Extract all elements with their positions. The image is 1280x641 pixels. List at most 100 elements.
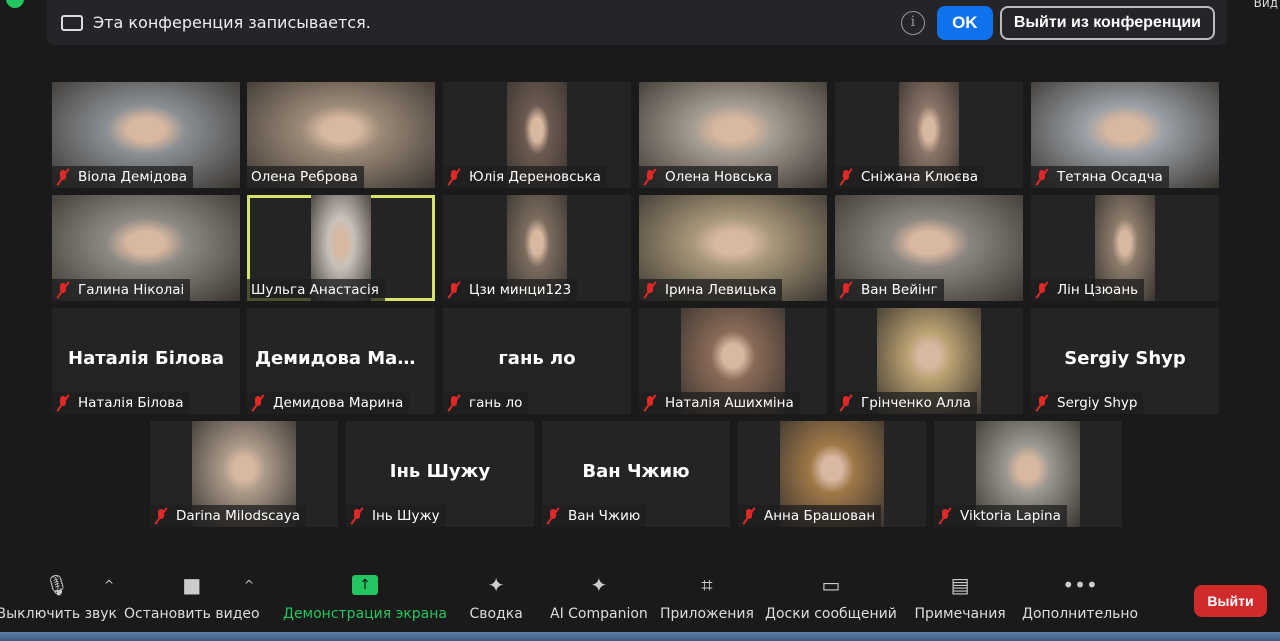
toolbar-button-apps[interactable]: ⌗ Приложения (660, 570, 754, 622)
participant-tile[interactable]: Лін Цзюань (1031, 195, 1219, 301)
muted-microphone-icon (1035, 395, 1049, 411)
participant-tile[interactable]: Олена Реброва (247, 82, 435, 188)
participant-tile[interactable]: Олена Новська (639, 82, 827, 188)
participant-tile[interactable]: Наталія Білова Наталія Білова (52, 308, 240, 414)
info-icon[interactable]: i (900, 10, 925, 35)
participant-tile[interactable]: Віола Демідова (52, 82, 240, 188)
participant-name: Viktoria Lapina (960, 508, 1061, 524)
muted-microphone-icon (938, 508, 952, 524)
participant-name: Ван Чжию (568, 508, 641, 524)
toolbar-button-ai-sparkle[interactable]: ✦ AI Companion (550, 570, 648, 622)
participant-name-label: гань ло (443, 392, 529, 414)
participant-tile[interactable]: Тетяна Осадча (1031, 82, 1219, 188)
participant-name-label: Ван Вейінг (835, 279, 944, 301)
muted-microphone-icon (56, 169, 70, 185)
participant-display-name: гань ло (498, 348, 576, 369)
toolbar-label: AI Companion (550, 606, 648, 622)
summary-icon: ✦ (487, 573, 505, 597)
toolbar-button-summary[interactable]: ✦ Сводка (470, 570, 523, 622)
participant-name: Наталія Білова (78, 395, 184, 411)
participant-name-label: Анна Брашован (738, 505, 882, 527)
participant-tile[interactable]: Цзи минци123 (443, 195, 631, 301)
apps-icon: ⌗ (701, 573, 713, 597)
security-shield-icon[interactable] (6, 0, 24, 8)
participant-tile[interactable]: Наталія Ашихміна (639, 308, 827, 414)
participant-name: Грінченко Алла (861, 395, 971, 411)
participant-tile[interactable]: Сніжана Клюєва (835, 82, 1023, 188)
muted-microphone-icon (447, 395, 461, 411)
participant-tile[interactable]: гань ло гань ло (443, 308, 631, 414)
toolbar-label: Выключить звук (0, 606, 118, 622)
ok-button[interactable]: OK (936, 5, 993, 40)
muted-microphone-icon (154, 508, 168, 524)
participant-name: Інь Шужу (372, 508, 440, 524)
muted-microphone-icon (839, 395, 853, 411)
participant-tile[interactable]: Галина Ніколаі (52, 195, 240, 301)
participant-tile[interactable]: Darina Milodscaya (150, 421, 338, 527)
participant-name-label: Viktoria Lapina (934, 505, 1067, 527)
toolbar-button-share-screen[interactable]: ↑ Демонстрация экрана (283, 570, 447, 622)
leave-meeting-button[interactable]: Выйти из конференции (999, 5, 1215, 40)
toolbar-label: Сводка (469, 606, 523, 622)
toolbar-label: Примечания (914, 606, 1006, 622)
participant-name-label: Ірина Левицька (639, 279, 783, 301)
muted-microphone-icon (839, 169, 853, 185)
toolbar-button-notes[interactable]: ▤ Примечания (915, 570, 1006, 622)
participant-name-label: Sergiy Shyp (1031, 392, 1144, 414)
participant-name: Сніжана Клюєва (861, 169, 979, 185)
participant-name-label: Тетяна Осадча (1031, 166, 1169, 188)
ai-sparkle-icon: ✦ (590, 573, 608, 597)
participant-tile[interactable]: Інь Шужу Інь Шужу (346, 421, 534, 527)
muted-microphone-icon (1035, 282, 1049, 298)
toolbar-label: Приложения (660, 606, 754, 622)
muted-microphone-icon (546, 508, 560, 524)
participant-name-label: Darina Milodscaya (150, 505, 307, 527)
end-meeting-button[interactable]: Выйти (1194, 585, 1267, 617)
participant-name-label: Віола Демідова (52, 166, 194, 188)
participant-name-label: Юлія Деренoвська (443, 166, 607, 188)
participant-tile[interactable]: Ван Чжию Ван Чжию (542, 421, 730, 527)
participant-tile[interactable]: Анна Брашован (738, 421, 926, 527)
toolbar-button-more[interactable]: ••• Дополнительно (1022, 570, 1138, 622)
participant-name-label: Цзи минци123 (443, 279, 578, 301)
participant-name-label: Наталія Ашихміна (639, 392, 800, 414)
muted-microphone-icon (350, 508, 364, 524)
participant-name-label: Шульга Анастасія (247, 279, 385, 301)
muted-microphone-icon (643, 169, 657, 185)
participant-display-name: Sergiy Shyp (1064, 348, 1186, 369)
participant-name: Віола Демідова (78, 169, 188, 185)
participant-name-label: Інь Шужу (346, 505, 446, 527)
participant-tile[interactable]: Ван Вейінг (835, 195, 1023, 301)
recording-banner: Эта конференция записывается. i OK Выйти… (47, 0, 1227, 45)
muted-microphone-icon (742, 508, 756, 524)
view-button[interactable]: Вид (1254, 0, 1278, 10)
toolbar-button-microphone[interactable]: 🎙 Выключить звук (0, 570, 117, 622)
toolbar-button-video-camera[interactable]: ■ Остановить видео (124, 570, 260, 622)
muted-microphone-icon (839, 282, 853, 298)
participant-name-label: Сніжана Клюєва (835, 166, 985, 188)
participant-name: Анна Брашован (764, 508, 876, 524)
participant-display-name: Демидова Марина (255, 348, 427, 369)
participant-tile[interactable]: Шульга Анастасія (247, 195, 435, 301)
participant-name: Цзи минци123 (469, 282, 572, 298)
participant-name: гань ло (469, 395, 523, 411)
toolbar-button-whiteboard[interactable]: ▭ Доски сообщений (765, 570, 897, 622)
participant-tile[interactable]: Ірина Левицька (639, 195, 827, 301)
participant-tile[interactable]: Грінченко Алла (835, 308, 1023, 414)
participant-tile[interactable]: Viktoria Lapina (934, 421, 1122, 527)
participant-name: Галина Ніколаі (78, 282, 185, 298)
participant-display-name: Інь Шужу (389, 461, 491, 482)
recording-text: Эта конференция записывается. (93, 13, 371, 32)
meeting-toolbar: 🎙 Выключить звук ^ ■ Остановить видео ^ ↑ Демон… (0, 570, 1280, 632)
participant-tile[interactable]: Демидова Марина Демидова Марина (247, 308, 435, 414)
participant-name: Шульга Анастасія (251, 282, 379, 298)
muted-microphone-icon (1035, 169, 1049, 185)
options-caret-icon[interactable]: ^ (104, 578, 114, 592)
participant-tile[interactable]: Sergiy Shyp Sergiy Shyp (1031, 308, 1219, 414)
participant-name-label: Лін Цзюань (1031, 279, 1145, 301)
muted-microphone-icon (251, 395, 265, 411)
participant-tile[interactable]: Юлія Деренoвська (443, 82, 631, 188)
options-caret-icon[interactable]: ^ (244, 578, 254, 592)
participant-name: Олена Реброва (251, 169, 358, 185)
participant-name: Наталія Ашихміна (665, 395, 794, 411)
